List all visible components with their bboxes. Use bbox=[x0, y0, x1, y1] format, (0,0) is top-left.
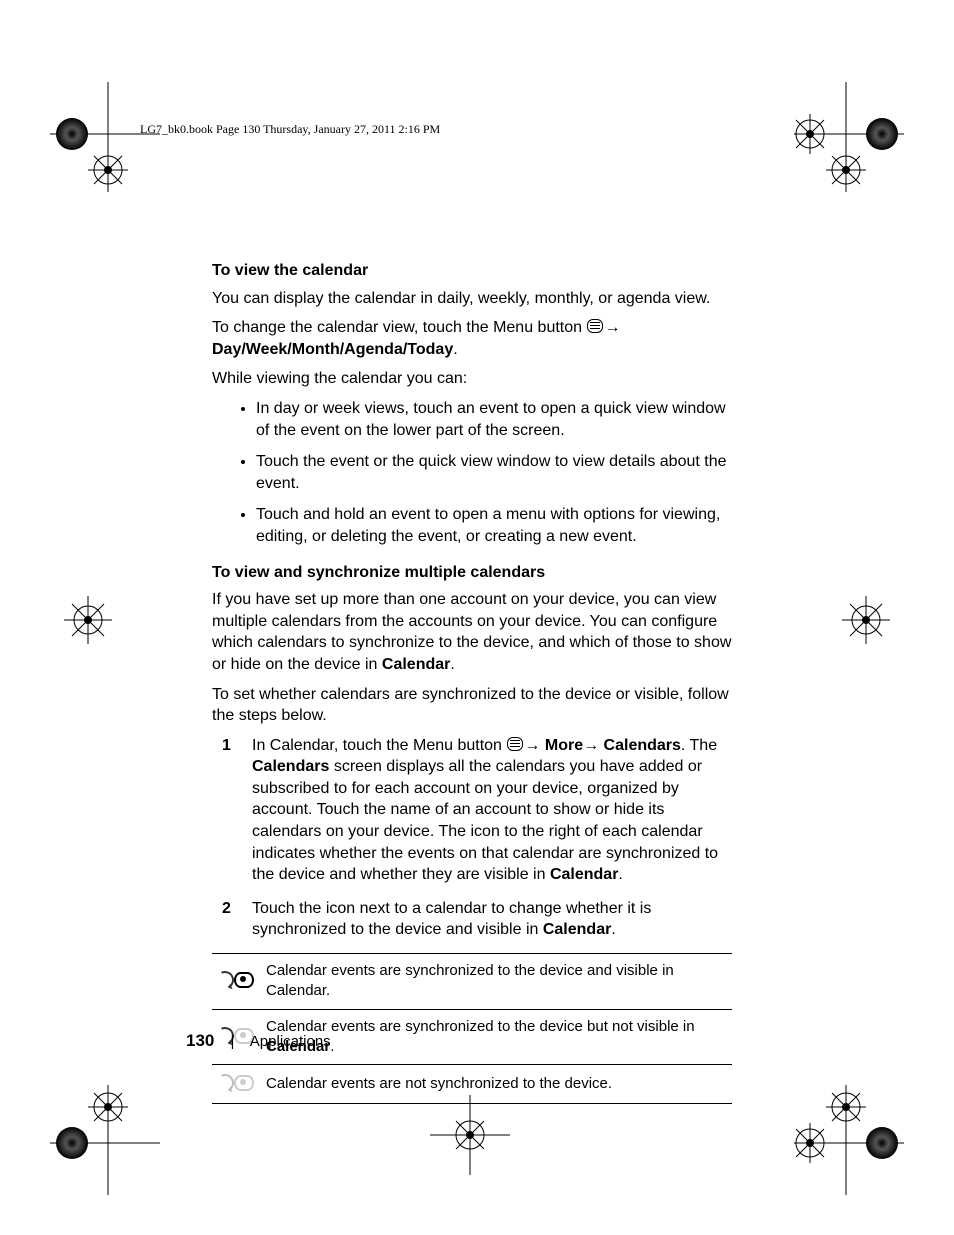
paragraph: To set whether calendars are synchronize… bbox=[212, 684, 732, 727]
crop-mark-bottom-left bbox=[50, 1085, 160, 1195]
text: To change the calendar view, touch the M… bbox=[212, 319, 586, 336]
legend-text: Calendar events are synchronized to the … bbox=[262, 1009, 732, 1065]
text: . bbox=[330, 1038, 334, 1055]
text: . bbox=[618, 866, 622, 883]
heading-view-calendar: To view the calendar bbox=[212, 260, 732, 282]
arrow-icon: → bbox=[524, 737, 540, 754]
app-name: Calendar bbox=[382, 656, 450, 673]
section-title: Applications bbox=[250, 1033, 331, 1050]
arrow-icon: → bbox=[583, 737, 599, 754]
screen-name: Calendars bbox=[252, 758, 329, 775]
crop-mark-mid-left bbox=[58, 590, 118, 650]
app-name: Calendar bbox=[543, 921, 611, 938]
heading-sync-calendars: To view and synchronize multiple calenda… bbox=[212, 562, 732, 584]
table-row: Calendar events are not synchronized to … bbox=[212, 1065, 732, 1104]
app-name: Calendar bbox=[550, 866, 618, 883]
step-number: 2 bbox=[222, 898, 231, 920]
menu-button-icon bbox=[507, 737, 523, 751]
crop-mark-top-right bbox=[794, 82, 904, 192]
crop-mark-mid-right bbox=[836, 590, 896, 650]
numbered-steps: 1 In Calendar, touch the Menu button → M… bbox=[212, 735, 732, 941]
icon-legend-table: Calendar events are synchronized to the … bbox=[212, 953, 732, 1104]
page-header-info: LG7_bk0.book Page 130 Thursday, January … bbox=[140, 122, 440, 137]
crop-mark-top-left bbox=[50, 82, 160, 192]
arrow-icon: → bbox=[604, 319, 620, 336]
text: . The bbox=[681, 737, 717, 754]
crop-mark-bottom-center bbox=[430, 1095, 510, 1175]
menu-label: More bbox=[545, 737, 583, 754]
list-item: Touch the event or the quick view window… bbox=[256, 451, 732, 494]
menu-button-icon bbox=[587, 319, 603, 333]
text: screen displays all the calendars you ha… bbox=[252, 758, 718, 883]
page-body: To view the calendar You can display the… bbox=[212, 260, 732, 1104]
list-item: Touch and hold an event to open a menu w… bbox=[256, 504, 732, 547]
step-item: 2 Touch the icon next to a calendar to c… bbox=[212, 898, 732, 941]
page-number: 130 bbox=[186, 1031, 214, 1050]
table-row: Calendar events are synchronized to the … bbox=[212, 954, 732, 1010]
nav-path: Day/Week/Month/Agenda/Today bbox=[212, 341, 453, 358]
text: In Calendar, touch the Menu button bbox=[252, 737, 506, 754]
footer-separator: | bbox=[231, 1033, 235, 1050]
paragraph: If you have set up more than one account… bbox=[212, 589, 732, 675]
list-item: In day or week views, touch an event to … bbox=[256, 398, 732, 441]
paragraph: To change the calendar view, touch the M… bbox=[212, 317, 732, 360]
sync-visible-icon bbox=[216, 969, 250, 987]
paragraph: You can display the calendar in daily, w… bbox=[212, 288, 732, 310]
text: If you have set up more than one account… bbox=[212, 591, 731, 673]
page-footer: 130 | Applications bbox=[186, 1031, 331, 1051]
text: . bbox=[611, 921, 615, 938]
legend-text: Calendar events are not synchronized to … bbox=[262, 1065, 732, 1104]
step-item: 1 In Calendar, touch the Menu button → M… bbox=[212, 735, 732, 886]
page: LG7_bk0.book Page 130 Thursday, January … bbox=[0, 0, 954, 1235]
menu-label: Calendars bbox=[604, 737, 681, 754]
step-number: 1 bbox=[222, 735, 231, 757]
legend-text: Calendar events are synchronized to the … bbox=[262, 954, 732, 1010]
not-synced-icon bbox=[216, 1072, 250, 1090]
bullet-list: In day or week views, touch an event to … bbox=[212, 398, 732, 548]
crop-mark-bottom-right bbox=[794, 1085, 904, 1195]
paragraph: While viewing the calendar you can: bbox=[212, 368, 732, 390]
